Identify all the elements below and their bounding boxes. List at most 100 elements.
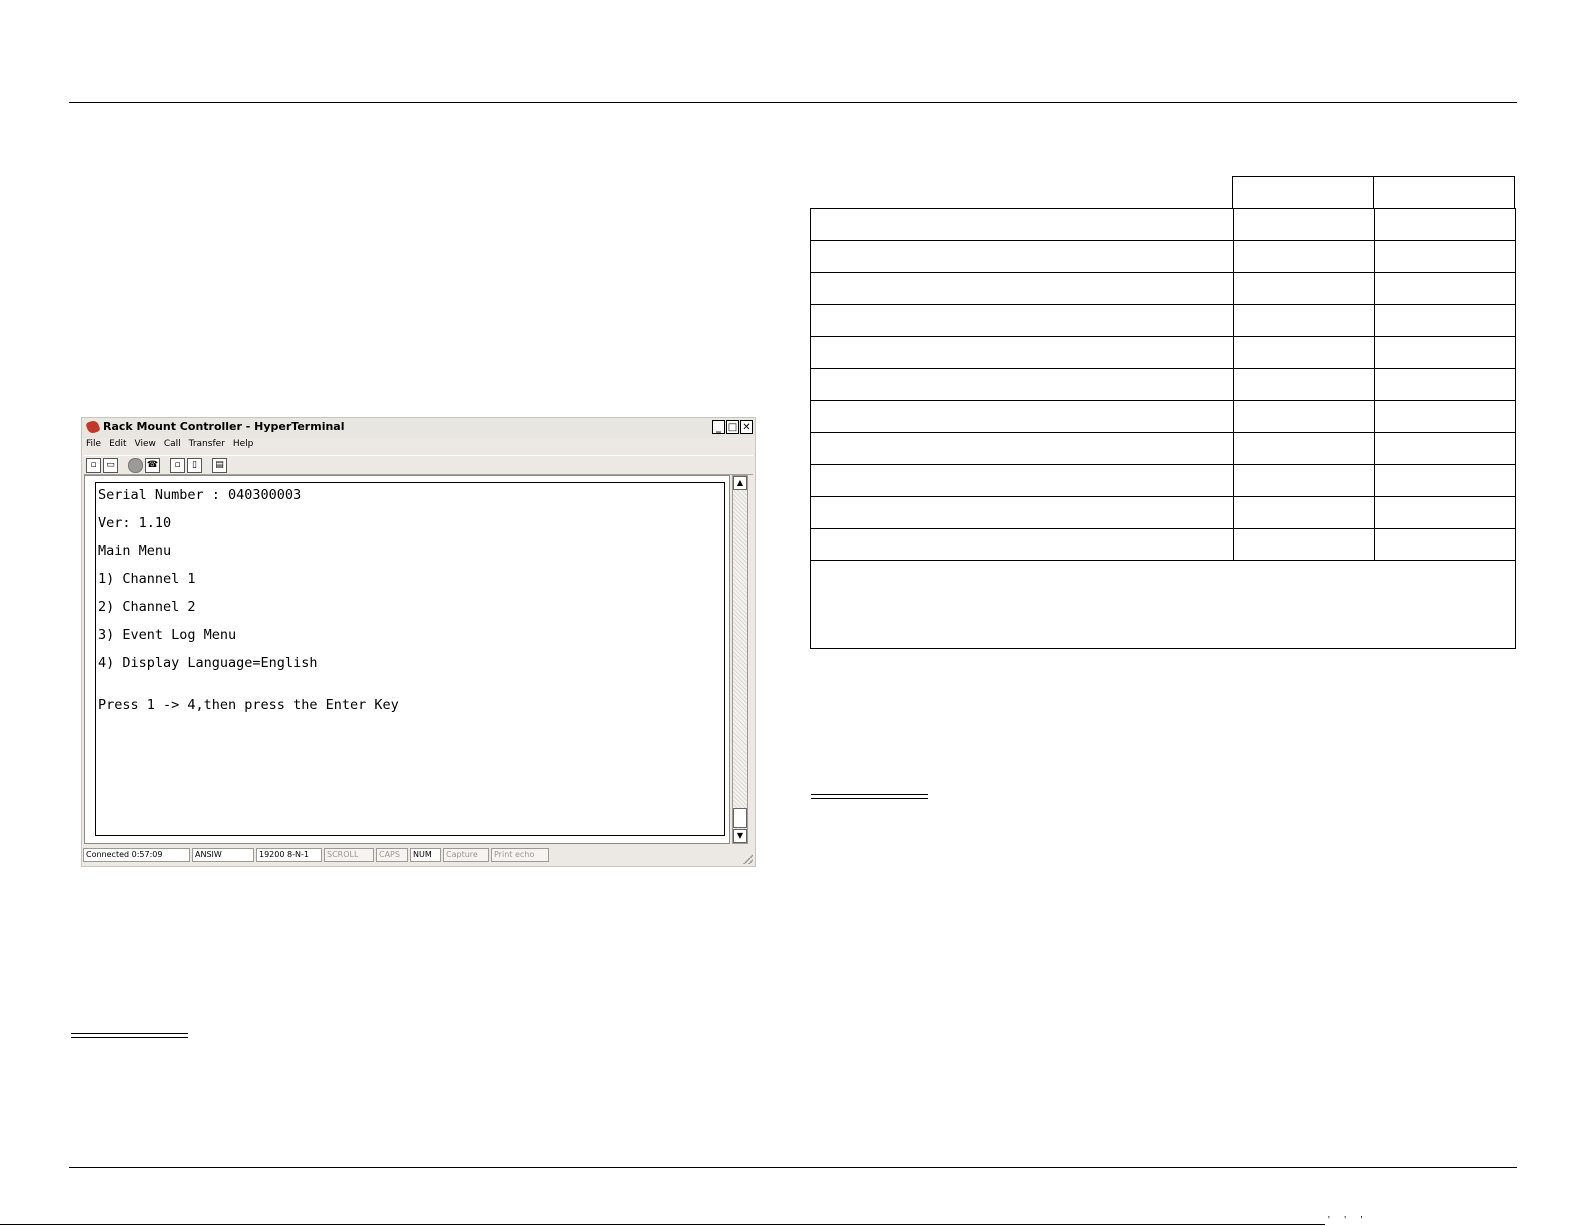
menu-edit[interactable]: Edit <box>109 439 126 453</box>
table-cell <box>1233 368 1375 401</box>
window-title: Rack Mount Controller - HyperTerminal <box>103 420 345 433</box>
table-cell <box>1374 496 1516 529</box>
send-icon[interactable]: ▫ <box>170 457 185 473</box>
table-cell <box>810 496 1234 529</box>
status-emulation: ANSIW <box>192 848 254 862</box>
hyperterminal-window: Rack Mount Controller - HyperTerminal _ … <box>81 417 756 867</box>
table-row <box>810 432 1516 465</box>
table-header-cell <box>1232 176 1374 209</box>
table-cell <box>1374 304 1516 337</box>
table-cell <box>1374 432 1516 465</box>
table-cell <box>810 208 1234 241</box>
table-row <box>810 304 1516 337</box>
footer-rule <box>69 1167 1517 1168</box>
status-scroll: SCROLL <box>324 848 374 862</box>
table-cell <box>1374 400 1516 433</box>
terminal-line-channel-1: 1) Channel 1 <box>98 571 196 587</box>
close-button[interactable]: ✕ <box>740 420 753 434</box>
table-header <box>1232 176 1515 209</box>
terminal-line-channel-2: 2) Channel 2 <box>98 599 196 615</box>
scroll-thumb[interactable] <box>733 808 747 828</box>
table-cell <box>1233 528 1375 561</box>
scroll-down-icon[interactable]: ▼ <box>733 829 747 843</box>
menu-call[interactable]: Call <box>164 439 181 453</box>
section-heading-underline <box>71 1033 188 1038</box>
page-footer-marks: ' ' ' <box>1328 1215 1369 1226</box>
status-num: NUM <box>410 848 441 862</box>
menu-view[interactable]: View <box>135 439 156 453</box>
menu-help[interactable]: Help <box>233 439 254 453</box>
terminal-line-version: Ver: 1.10 <box>98 515 172 531</box>
toolbar: ▫ ▭ ☎ ▫ ▯ ▤ <box>84 455 753 475</box>
status-port-settings: 19200 8-N-1 <box>256 848 322 862</box>
table-note-row <box>810 560 1516 649</box>
menu-bar: File Edit View Call Transfer Help <box>86 439 253 453</box>
minimize-button[interactable]: _ <box>712 420 725 434</box>
title-bar: Rack Mount Controller - HyperTerminal _ … <box>82 418 755 438</box>
table-cell <box>1374 368 1516 401</box>
table-cell <box>1233 400 1375 433</box>
terminal-line-serial: Serial Number : 040300003 <box>98 487 302 503</box>
table-row <box>810 528 1516 561</box>
new-icon[interactable]: ▫ <box>86 457 101 473</box>
vertical-scrollbar[interactable]: ▲ ▼ <box>732 475 748 844</box>
menu-transfer[interactable]: Transfer <box>189 439 225 453</box>
table-cell <box>810 336 1234 369</box>
terminal-line-prompt: Press 1 -> 4,then press the Enter Key <box>98 697 399 713</box>
table-row <box>810 208 1516 241</box>
table-cell <box>1233 208 1375 241</box>
table-cell <box>1233 336 1375 369</box>
table-cell <box>1233 496 1375 529</box>
maximize-button[interactable]: □ <box>726 420 739 434</box>
table-cell <box>810 240 1234 273</box>
disconnect-icon[interactable] <box>128 457 143 473</box>
section-heading-underline <box>811 794 928 799</box>
status-caps: CAPS <box>376 848 408 862</box>
table-row <box>810 240 1516 273</box>
status-bar: Connected 0:57:09 ANSIW 19200 8-N-1 SCRO… <box>82 848 755 864</box>
table-cell <box>1374 208 1516 241</box>
table-cell <box>1374 272 1516 305</box>
status-print-echo: Print echo <box>491 848 549 862</box>
table-cell <box>1374 240 1516 273</box>
open-icon[interactable]: ▭ <box>103 457 118 473</box>
table-row <box>810 400 1516 433</box>
table-cell <box>1374 464 1516 497</box>
terminal-line-language: 4) Display Language=English <box>98 655 318 671</box>
status-capture: Capture <box>443 848 489 862</box>
data-table <box>810 208 1516 649</box>
terminal-line-main-menu: Main Menu <box>98 543 172 559</box>
table-cell <box>810 368 1234 401</box>
table-row <box>810 272 1516 305</box>
table-cell <box>1233 240 1375 273</box>
table-note-cell <box>810 560 1516 649</box>
terminal-screen[interactable]: Serial Number : 040300003 Ver: 1.10 Main… <box>95 482 725 836</box>
table-cell <box>810 464 1234 497</box>
status-connected: Connected 0:57:09 <box>83 848 190 862</box>
table-cell <box>1233 464 1375 497</box>
hyperterminal-app-icon <box>85 419 101 435</box>
table-row <box>810 496 1516 529</box>
properties-icon[interactable]: ▤ <box>212 457 227 473</box>
table-row <box>810 464 1516 497</box>
table-cell <box>1374 528 1516 561</box>
table-cell <box>1233 272 1375 305</box>
menu-file[interactable]: File <box>86 439 101 453</box>
table-cell <box>810 400 1234 433</box>
terminal-line-event-log: 3) Event Log Menu <box>98 627 237 643</box>
connect-icon[interactable]: ☎ <box>145 457 160 473</box>
table-cell <box>1233 304 1375 337</box>
table-cell <box>810 528 1234 561</box>
table-cell <box>1374 336 1516 369</box>
table-header-cell <box>1373 176 1515 209</box>
receive-icon[interactable]: ▯ <box>187 457 202 473</box>
header-rule <box>69 102 1517 103</box>
terminal-frame: Serial Number : 040300003 Ver: 1.10 Main… <box>84 475 730 844</box>
table-cell <box>1233 432 1375 465</box>
scroll-up-icon[interactable]: ▲ <box>733 476 747 490</box>
table-cell <box>810 272 1234 305</box>
table-cell <box>810 304 1234 337</box>
table-row <box>810 336 1516 369</box>
table-row <box>810 368 1516 401</box>
resize-grip-icon[interactable] <box>743 854 753 864</box>
